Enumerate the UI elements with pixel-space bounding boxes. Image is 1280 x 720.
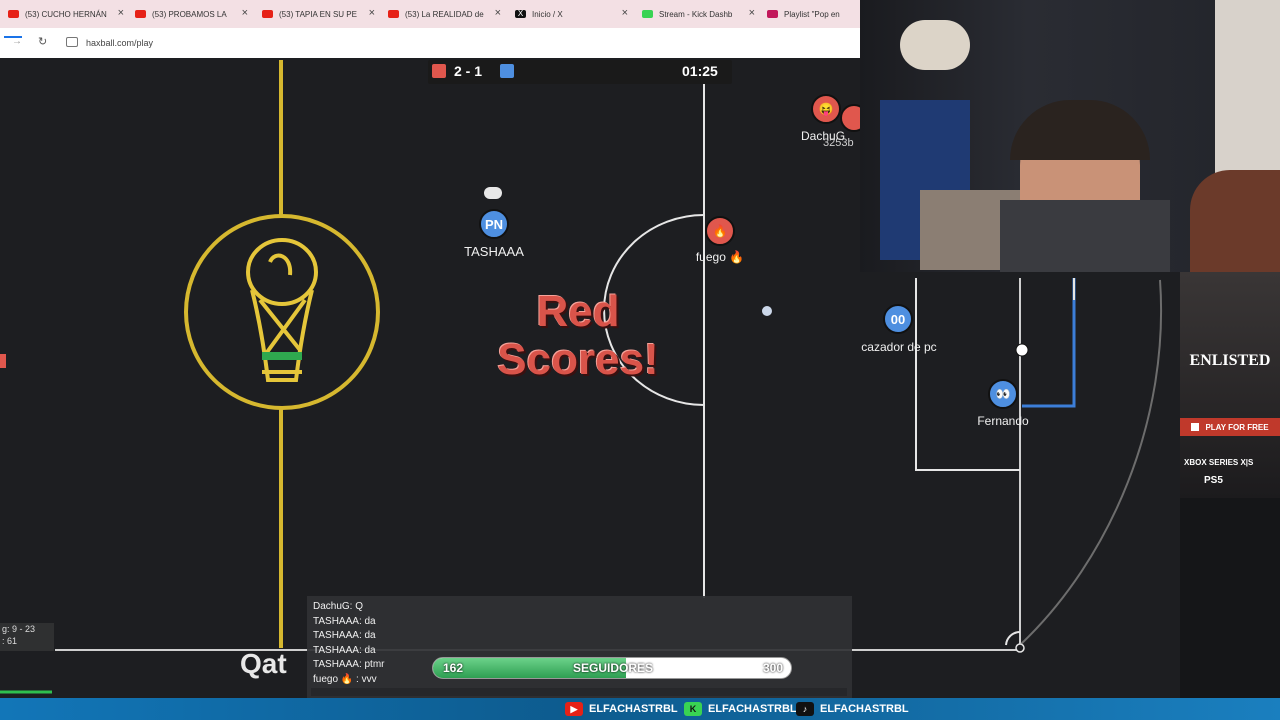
close-icon[interactable]: × [622,7,628,19]
ad-title: ENLISTED [1189,352,1271,369]
tab-label: (53) TAPIA EN SU PE [279,9,357,19]
tab-label: Inicio / X [532,9,563,19]
tab-label: (53) La REALIDAD de [405,9,484,19]
stats-line: : 61 [2,636,18,646]
ad-banner[interactable]: ENLISTED PLAY FOR FREE XBOX SERIES X|S P… [1180,272,1280,498]
chat-log: DachuG: Q TASHAAA: da TASHAAA: da TASHAA… [313,600,385,687]
social-kick: K ELFACHASTRBL [684,702,797,716]
browser-tab[interactable]: (53) CUCHO HERNÁN × [8,4,124,24]
youtube-icon [388,10,399,18]
youtube-icon [262,10,273,18]
ad-cta-button[interactable]: PLAY FOR FREE [1180,418,1280,436]
chat-panel: DachuG: Q TASHAAA: da TASHAAA: da TASHAA… [307,596,852,700]
ad-platform: PS5 [1204,475,1223,486]
red-team-icon [432,64,446,78]
goal-announcement: Red Scores! [470,288,686,384]
x-icon: X [515,10,526,18]
followers-goal-bar: 162 SEGUIDORES 300 [432,657,792,679]
player-disc-cazador: 00 [883,304,913,334]
chat-message: DachuG: Q [313,601,364,612]
trophy-base-stripe [262,352,302,360]
chat-message: fuego 🔥 : vvv [313,673,377,685]
social-handle: ELFACHASTRBL [589,703,678,715]
kick-icon [642,10,653,18]
browser-tab[interactable]: (53) TAPIA EN SU PE × [262,4,375,24]
kick-icon: K [684,702,702,716]
tiktok-icon: ♪ [796,702,814,716]
match-timer: 01:25 [682,63,718,79]
social-bar: ▶ ELFACHASTRBL K ELFACHASTRBL ♪ ELFACHAS… [0,698,1280,720]
close-icon[interactable]: × [242,7,248,19]
player-disc-dachug: 😝 [811,94,841,124]
browser-tab[interactable]: X Inicio / X × [515,4,628,24]
player-disc-tashaaa: PN [479,209,509,239]
stats-overlay: g: 9 - 23 : 61 [0,623,54,651]
youtube-icon: ▶ [565,702,583,716]
social-tiktok: ♪ ELFACHASTRBL [796,702,909,716]
browser-tab-bar: (53) CUCHO HERNÁN × (53) PROBAMOS LA × (… [0,0,860,28]
announcement-line-1: Red [536,287,620,336]
tab-label: Playlist "Pop en [784,9,840,19]
blue-team-icon [500,64,514,78]
ad-cta-label: PLAY FOR FREE [1205,422,1269,432]
ad-platform: XBOX SERIES X|S [1184,458,1254,467]
chat-message: TASHAAA: ptmr [313,659,385,670]
score: 2 - 1 [454,63,483,79]
url-field[interactable]: haxball.com/play [86,38,153,48]
youtube-icon [8,10,19,18]
stats-line: g: 9 - 23 [2,624,36,634]
social-youtube: ▶ ELFACHASTRBL [565,702,678,716]
tab-label: (53) PROBAMOS LA [152,9,227,19]
followers-label: SEGUIDORES [572,661,653,675]
webcam-hair [1010,100,1150,160]
close-icon[interactable]: × [118,7,124,19]
windows-icon [1191,423,1200,431]
browser-tab[interactable]: Playlist "Pop en [767,4,860,24]
webcam-background-object [1190,170,1280,272]
red-goal-marker [0,354,6,368]
player-name: fuego 🔥 [695,250,745,264]
webcam-plush [900,20,970,70]
youtube-icon [135,10,146,18]
chat-message: TASHAAA: da [313,630,376,641]
playlist-icon [767,10,778,18]
sidebar-blank [1180,498,1280,698]
site-info-icon[interactable] [66,37,78,47]
followers-goal: 300 [762,661,783,675]
ball [762,306,772,316]
webcam-feed [860,0,1280,272]
tab-label: (53) CUCHO HERNÁN [25,9,107,19]
player-name-fragment: 3253b [823,137,854,149]
close-icon[interactable]: × [749,7,755,19]
webcam-chair [1000,200,1170,272]
chat-message: TASHAAA: da [313,615,376,627]
chat-message: TASHAAA: da [313,644,376,656]
announcement-line-2: Scores! [497,335,659,384]
tab-label: Stream - Kick Dashb [659,9,733,19]
player-name: TASHAAA [464,244,524,259]
chat-input[interactable] [311,688,847,696]
browser-tab[interactable]: Stream - Kick Dashb × [642,4,755,24]
player-name: cazador de pc [861,340,937,354]
reload-icon[interactable]: ↻ [38,35,47,48]
player-disc-fernando: 👀 [988,379,1018,409]
social-handle: ELFACHASTRBL [708,703,797,715]
corner-post [1015,643,1025,653]
social-handle: ELFACHASTRBL [820,703,909,715]
browser-tab[interactable]: (53) La REALIDAD de × [388,4,501,24]
browser-tab[interactable]: (53) PROBAMOS LA × [135,4,248,24]
chat-bubble-icon [484,187,502,199]
player-disc-fuego: 🔥 [705,216,735,246]
stadium-logo-text: Qat [240,648,287,679]
player-name: Fernando [977,414,1029,428]
close-icon[interactable]: × [369,7,375,19]
goal-post [1015,343,1029,357]
forward-icon[interactable]: → [12,36,22,47]
close-icon[interactable]: × [495,7,501,19]
